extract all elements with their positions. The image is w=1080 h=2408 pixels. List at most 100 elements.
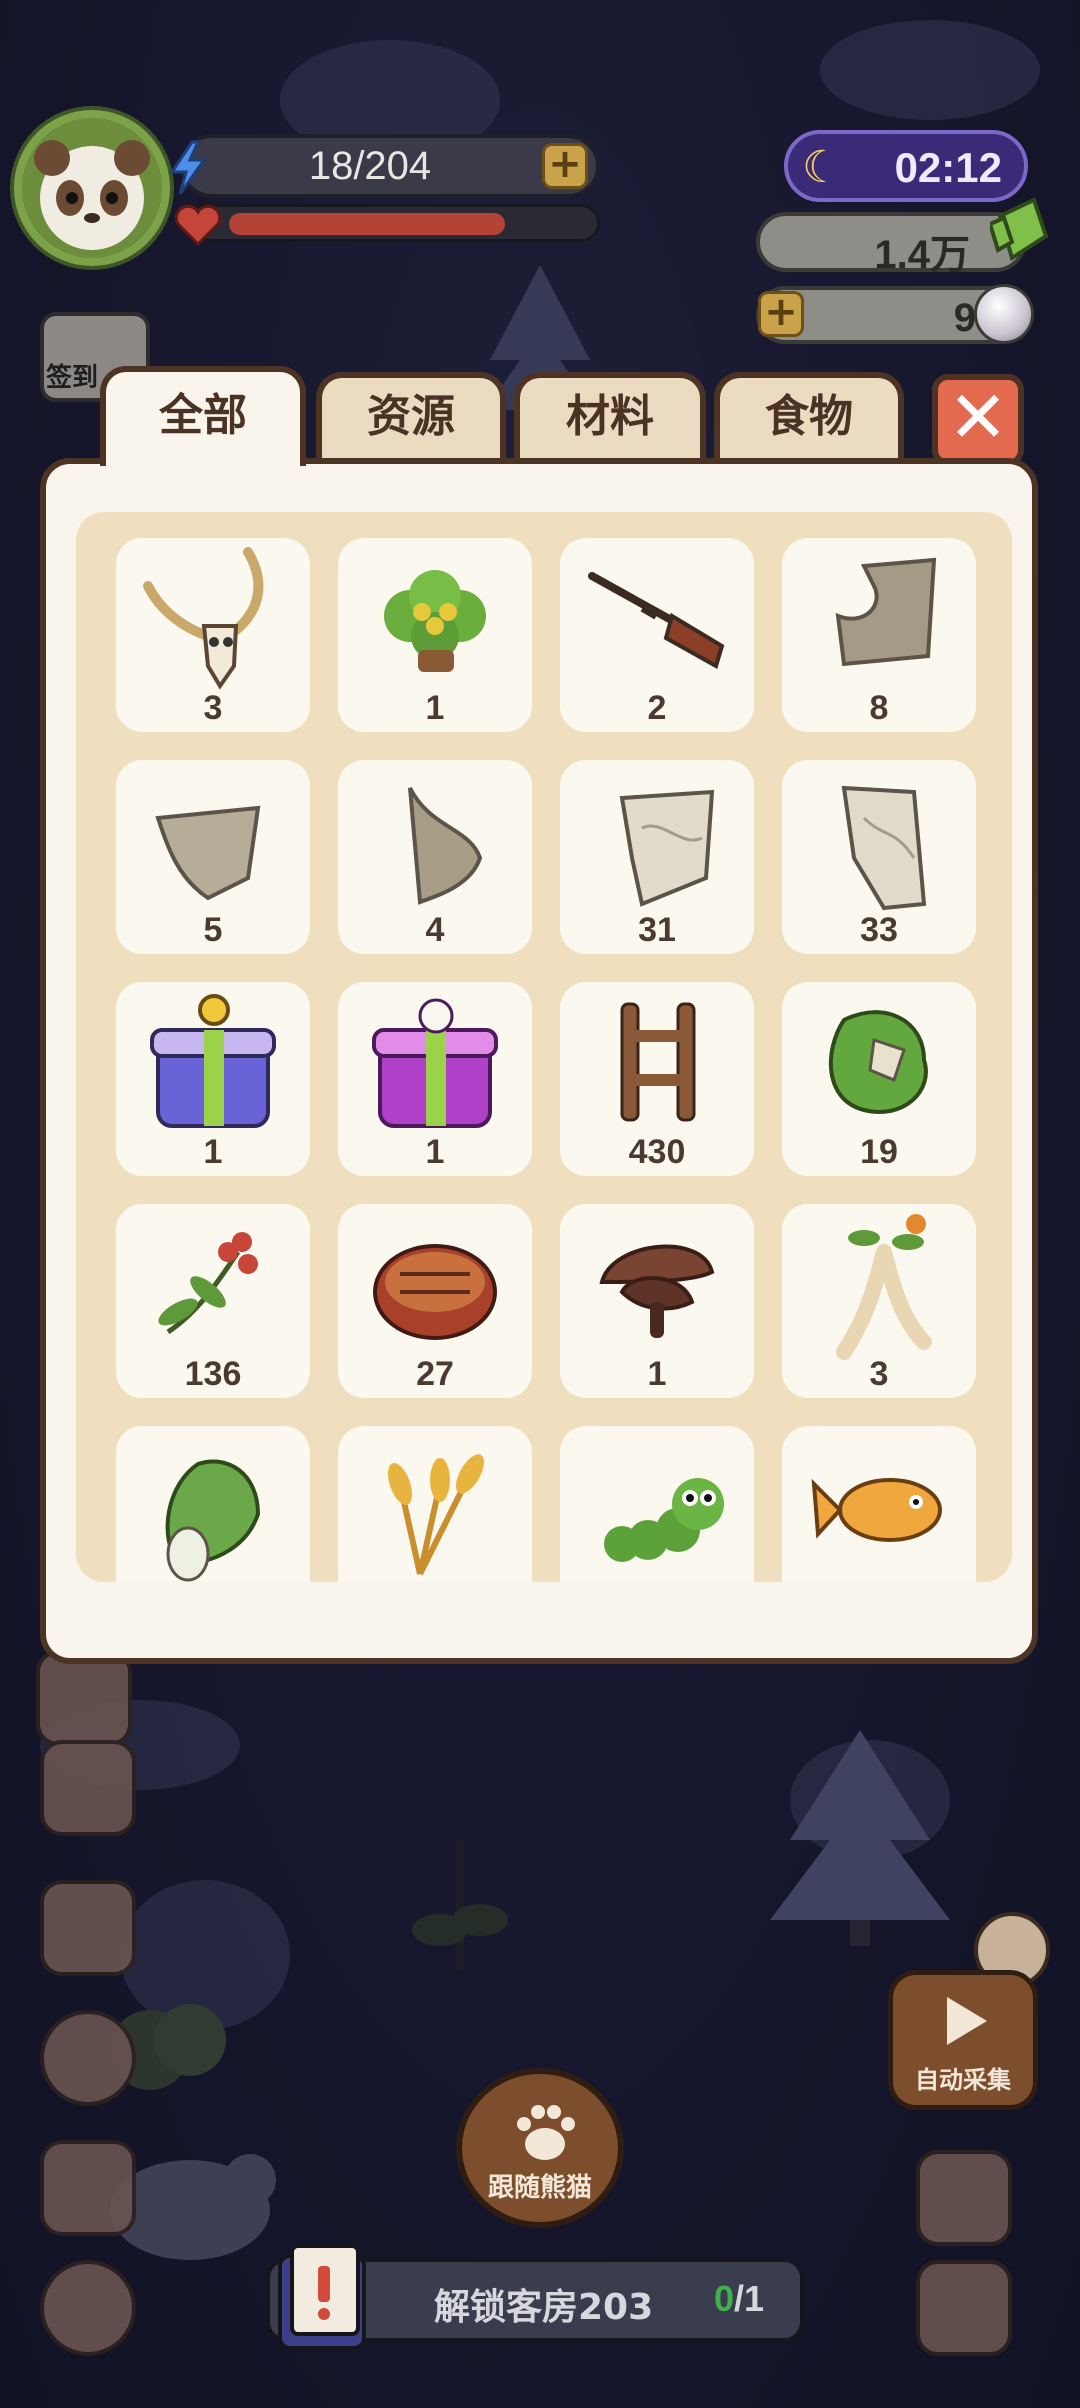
inventory-slot[interactable]: 1 (560, 1204, 754, 1398)
wheat-icon (387, 1454, 484, 1576)
fish-icon (811, 1478, 942, 1542)
tab-food[interactable]: 食物 (714, 372, 904, 462)
time-value: 02:12 (894, 144, 1002, 191)
close-icon: ✕ (947, 375, 1009, 459)
item-count: 430 (628, 1133, 686, 1171)
berry-branch-icon (158, 1232, 258, 1335)
item-count: 1 (203, 1133, 223, 1171)
bok-choy-icon (165, 1459, 261, 1582)
map-fragment-icon (619, 789, 715, 907)
tab-resources[interactable]: 资源 (316, 372, 506, 462)
house-button[interactable] (916, 2260, 1012, 2356)
inventory-slot[interactable]: 2 (560, 538, 754, 732)
pearl-counter: + 9 (756, 284, 1034, 344)
item-count: 5 (203, 911, 223, 949)
recipe-book-button[interactable] (40, 1740, 136, 1836)
play-icon (947, 1997, 987, 2045)
energy-bar: 18/204 + (180, 134, 600, 198)
coin-counter: 1.4万 (756, 212, 1026, 277)
wardrobe-button[interactable] (40, 1880, 136, 1976)
moon-icon: ☾ (802, 142, 842, 193)
follow-panda-button[interactable]: 跟随熊猫 (456, 2068, 624, 2228)
item-count: 4 (425, 911, 445, 949)
inventory-slot[interactable] (338, 1426, 532, 1582)
item-count: 8 (869, 689, 889, 727)
panda-avatar-icon (34, 140, 150, 250)
whistle-button[interactable] (916, 2150, 1012, 2246)
coin-value: 1.4万 (874, 233, 970, 277)
paw-menu-button[interactable] (40, 2260, 136, 2356)
inventory-slot[interactable]: 4 (338, 760, 532, 954)
checkin-label: 签到 (46, 363, 99, 393)
auto-collect-button[interactable]: 自动采集 (888, 1970, 1038, 2110)
pearl-value: 9 (953, 296, 976, 340)
inventory-slot[interactable]: 31 (560, 760, 754, 954)
inventory-grid: 3 1 2 8 5 4 31 33 1 1 430 19 136 27 1 3 (116, 538, 976, 1582)
map-piece-icon (835, 557, 937, 667)
inventory-slot[interactable]: 1 (338, 538, 532, 732)
item-count: 33 (860, 911, 898, 949)
map-fragment-icon (408, 787, 483, 905)
follow-panda-label: 跟随熊猫 (487, 2173, 592, 2203)
gift-box-bunny-icon (372, 998, 498, 1128)
inventory-slot[interactable]: 5 (116, 760, 310, 954)
lightning-icon (169, 140, 207, 195)
tab-label: 资源 (367, 391, 455, 442)
map-fragment-icon (841, 785, 927, 911)
caterpillar-icon (604, 1478, 724, 1562)
bull-skull-icon (143, 547, 264, 690)
inventory-slot[interactable]: 1 (116, 982, 310, 1176)
item-count: 1 (425, 689, 445, 727)
quest-total: /1 (733, 2278, 764, 2319)
backpack-button[interactable] (40, 2140, 136, 2236)
grilled-meat-icon (373, 1244, 497, 1340)
auto-collect-label: 自动采集 (915, 2066, 1011, 2094)
ladder-icon (620, 1002, 696, 1122)
inventory-slot[interactable]: 136 (116, 1204, 310, 1398)
ginseng-icon (836, 1214, 932, 1360)
tab-materials[interactable]: 材料 (514, 372, 706, 462)
inventory-slot[interactable]: 8 (782, 538, 976, 732)
inventory-slot[interactable]: 3 (116, 538, 310, 732)
heart-icon (174, 204, 222, 246)
magnifier-button[interactable] (40, 2010, 136, 2106)
item-count: 3 (869, 1355, 889, 1393)
tab-label: 全部 (159, 390, 247, 441)
ticket-icon (990, 197, 1049, 262)
health-bar (186, 204, 600, 242)
pearl-icon (974, 284, 1034, 344)
paw-icon (517, 2105, 575, 2160)
herb-pot-icon (384, 570, 486, 672)
inventory-slot[interactable] (782, 1426, 976, 1582)
tab-all[interactable]: 全部 (100, 366, 306, 466)
tab-label: 材料 (566, 391, 654, 442)
inventory-slot[interactable]: 33 (782, 760, 976, 954)
map-fragment-icon (155, 805, 261, 901)
item-count: 19 (860, 1133, 898, 1171)
gift-box-key-icon (150, 994, 276, 1128)
mushroom-icon (599, 1244, 715, 1338)
inventory-slot[interactable]: 19 (782, 982, 976, 1176)
inventory-slot[interactable]: 1 (338, 982, 532, 1176)
close-button[interactable]: ✕ (932, 374, 1024, 466)
inventory-slot[interactable]: 430 (560, 982, 754, 1176)
side-menu-button[interactable] (36, 1650, 132, 1746)
hunting-rifle-icon (588, 572, 725, 669)
player-avatar[interactable] (14, 110, 170, 266)
item-count: 1 (425, 1133, 445, 1171)
energy-value: 18/204 (308, 144, 432, 188)
inventory-slot[interactable] (560, 1426, 754, 1582)
inventory-slot[interactable]: 3 (782, 1204, 976, 1398)
add-pearl-button[interactable]: + (758, 291, 804, 337)
item-count: 27 (416, 1355, 454, 1393)
time-display: ☾ 02:12 (784, 130, 1028, 202)
moss-block-icon (828, 1010, 928, 1114)
inventory-slot[interactable]: 27 (338, 1204, 532, 1398)
health-bar-fill (229, 213, 505, 235)
quest-scroll-icon[interactable] (270, 2236, 380, 2354)
inventory-grid-area[interactable]: 3 1 2 8 5 4 31 33 1 1 430 19 136 27 1 3 (76, 512, 1012, 1582)
inventory-slot[interactable] (116, 1426, 310, 1582)
quest-progress: 0/1 (714, 2278, 764, 2320)
add-energy-button[interactable]: + (542, 143, 588, 189)
quest-text: 解锁客房203 (434, 2287, 654, 2328)
